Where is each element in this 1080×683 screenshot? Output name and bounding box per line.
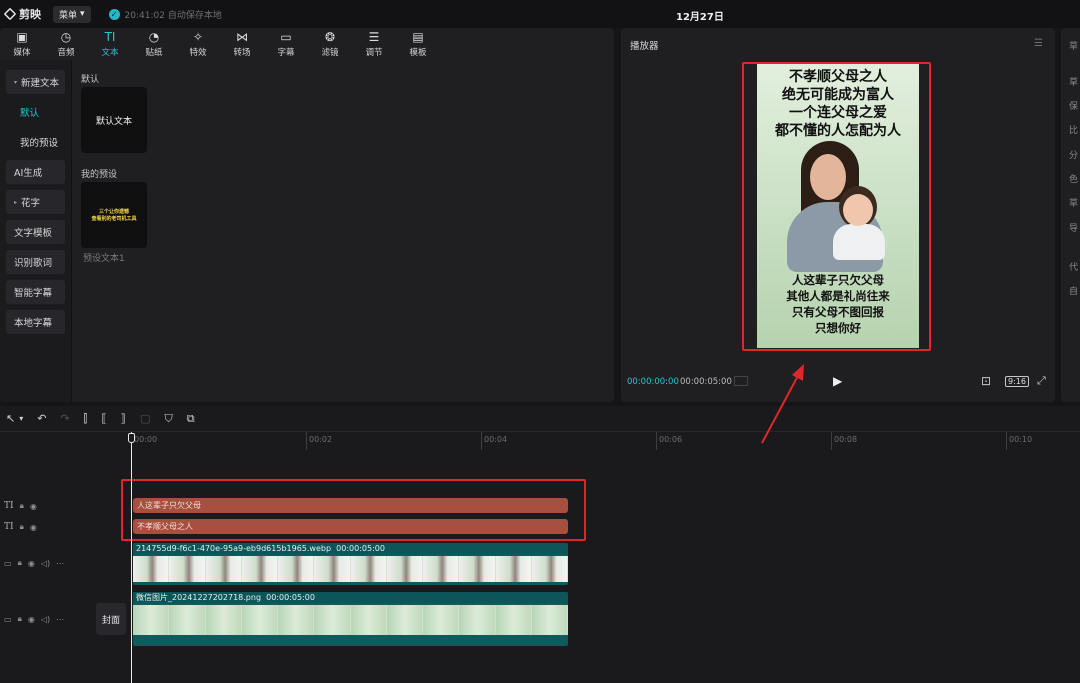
annotation-arrow [761, 364, 804, 444]
